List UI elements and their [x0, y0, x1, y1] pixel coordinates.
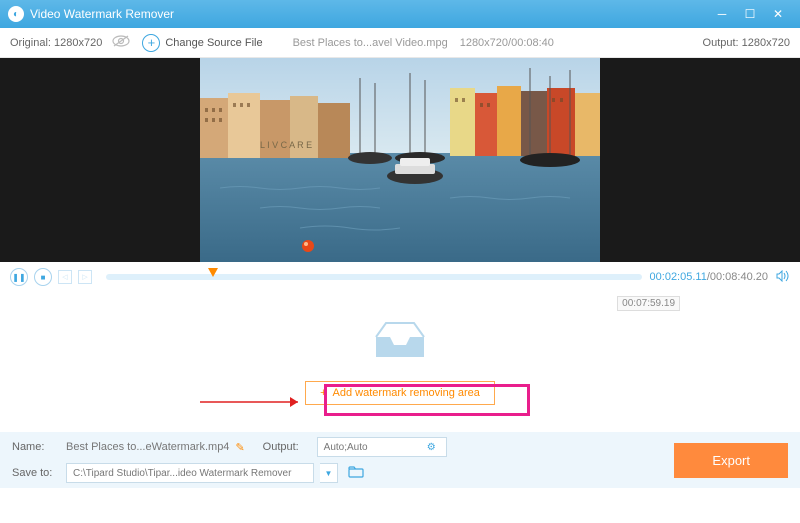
- step-forward-button[interactable]: ▷: [78, 270, 92, 284]
- preview-frame: L I V C A R E: [200, 58, 600, 262]
- player-controls: ❚❚ ■ ◁ ▷ 00:02:05.11/00:08:40.20: [0, 262, 800, 292]
- add-watermark-area-button[interactable]: + Add watermark removing area: [305, 381, 495, 405]
- app-logo-icon: ◐: [8, 6, 24, 22]
- export-button[interactable]: Export: [674, 443, 788, 478]
- step-back-button[interactable]: ◁: [58, 270, 72, 284]
- output-settings-icon[interactable]: ⚙: [427, 442, 436, 453]
- original-resolution: 1280x720: [54, 37, 102, 49]
- save-path-field[interactable]: C:\Tipard Studio\Tipar...ideo Watermark …: [66, 463, 314, 483]
- playhead-marker[interactable]: [208, 268, 218, 277]
- total-time: /00:08:40.20: [707, 271, 768, 283]
- pause-button[interactable]: ❚❚: [10, 268, 28, 286]
- output-format-select[interactable]: Auto;Auto ⚙: [317, 437, 447, 457]
- save-path-dropdown[interactable]: ▼: [320, 463, 338, 483]
- edit-name-icon[interactable]: ✎: [235, 441, 244, 454]
- watermark-drop-area: 00:07:59.19 + Add watermark removing are…: [0, 292, 800, 432]
- source-resolution-time: 1280x720/00:08:40: [460, 37, 554, 49]
- output-label: Output:: [703, 37, 739, 49]
- save-to-label: Save to:: [12, 467, 60, 479]
- video-preview[interactable]: L I V C A R E: [0, 58, 800, 262]
- add-source-icon[interactable]: +: [142, 34, 160, 52]
- add-watermark-label: Add watermark removing area: [333, 387, 480, 399]
- change-source-button[interactable]: Change Source File: [165, 37, 262, 49]
- timeline-slider[interactable]: [106, 274, 642, 280]
- original-label: Original:: [10, 37, 51, 49]
- save-path-value: C:\Tipard Studio\Tipar...ideo Watermark …: [73, 468, 291, 479]
- bottom-bar: Name: Best Places to...eWatermark.mp4 ✎ …: [0, 432, 800, 488]
- toolbar: Original: 1280x720 + Change Source File …: [0, 28, 800, 58]
- titlebar: ◐ Video Watermark Remover ─ ☐ ✕: [0, 0, 800, 28]
- inbox-icon: [372, 319, 428, 361]
- current-time: 00:02:05.11: [650, 271, 707, 283]
- volume-icon[interactable]: [776, 270, 790, 285]
- callout-arrow-icon: [198, 392, 308, 412]
- preview-toggle-icon[interactable]: [112, 35, 130, 50]
- minimize-button[interactable]: ─: [708, 4, 736, 24]
- output-name: Best Places to...eWatermark.mp4: [66, 441, 229, 453]
- source-filename: Best Places to...avel Video.mpg: [293, 37, 448, 49]
- maximize-button[interactable]: ☐: [736, 4, 764, 24]
- stop-button[interactable]: ■: [34, 268, 52, 286]
- output-format-value: Auto;Auto: [324, 442, 368, 453]
- output-resolution: 1280x720: [742, 37, 790, 49]
- svg-text:L I V C A R E: L I V C A R E: [260, 140, 312, 150]
- time-tooltip: 00:07:59.19: [617, 296, 680, 311]
- close-button[interactable]: ✕: [764, 4, 792, 24]
- app-title: Video Watermark Remover: [30, 7, 708, 21]
- output-format-label: Output:: [263, 441, 311, 453]
- plus-icon: +: [320, 387, 326, 399]
- name-label: Name:: [12, 441, 60, 453]
- browse-folder-icon[interactable]: [348, 466, 364, 481]
